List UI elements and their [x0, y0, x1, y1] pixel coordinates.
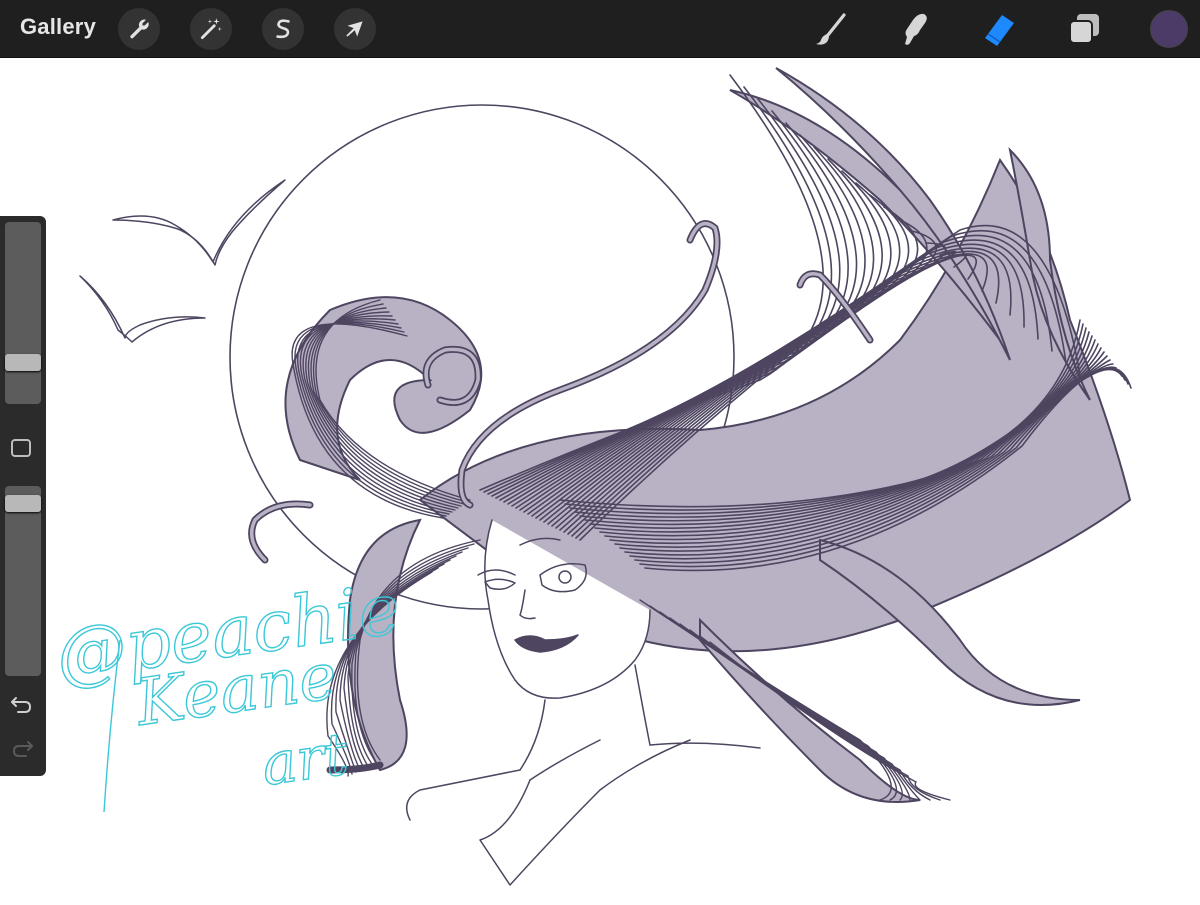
layers-button[interactable] [1062, 8, 1106, 50]
transform-button[interactable] [334, 8, 376, 50]
arrow-cursor-icon [346, 21, 363, 37]
smudge-finger-icon [905, 13, 927, 45]
artwork: @peachie Keane art [50, 67, 1132, 886]
gallery-button[interactable]: Gallery [20, 14, 96, 40]
color-swatch-button[interactable] [1150, 10, 1188, 48]
magic-wand-icon [200, 18, 222, 40]
eraser-icon [985, 15, 1014, 46]
brush-tool-button[interactable] [808, 8, 852, 50]
bat-drawing [79, 179, 286, 343]
svg-text:art: art [257, 720, 352, 799]
paintbrush-icon [816, 13, 846, 45]
layers-icon [1069, 14, 1099, 44]
adjustments-button[interactable] [190, 8, 232, 50]
selection-button[interactable] [262, 8, 304, 50]
smudge-tool-button[interactable] [892, 8, 936, 50]
eraser-tool-button[interactable] [976, 8, 1020, 50]
selection-s-icon [276, 19, 290, 39]
top-toolbar: Gallery [0, 0, 1200, 57]
drawing-canvas[interactable]: @peachie Keane art [0, 57, 1200, 900]
wrench-icon [130, 19, 149, 39]
actions-button[interactable] [118, 8, 160, 50]
hair-drawing [284, 67, 1132, 803]
